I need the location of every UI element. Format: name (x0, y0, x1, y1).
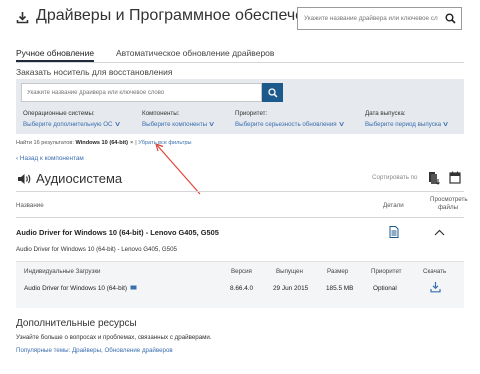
resources-text: Узнайте больше о вопросах и проблемах, с… (16, 334, 212, 341)
panel-search-box[interactable] (21, 83, 262, 102)
header-divider (16, 217, 464, 218)
download-release-date: 29 Jun 2015 (273, 285, 309, 292)
downloads-header-released: Выпущен (276, 268, 303, 275)
priority-filter-label: Приоритет: (235, 110, 268, 117)
downloads-header-version: Версия (231, 268, 252, 275)
os-filter-label: Операционные системы: (23, 110, 95, 117)
downloads-header-download: Скачать (423, 268, 447, 275)
chevron-down-icon: ∨ (208, 121, 216, 128)
download-file-label: Audio Driver for Windows 10 (64-bit) (24, 285, 127, 292)
downloads-header-priority: Приоритет (371, 268, 402, 275)
chevron-down-icon: ∨ (337, 121, 345, 128)
annotation-arrow (150, 138, 202, 196)
release-date-filter-dropdown[interactable]: Выберите период выпуска∨ (365, 120, 450, 128)
download-priority: Optional (373, 285, 397, 292)
results-count: Найти 16 результатов: (16, 140, 74, 146)
download-file-name[interactable]: Audio Driver for Windows 10 (64-bit) (24, 285, 137, 292)
chevron-up-icon[interactable] (434, 229, 445, 236)
os-filter-dropdown[interactable]: Выберите дополнительную ОС∨ (23, 120, 121, 128)
priority-filter-value: Выберите серьезность обновления (235, 121, 337, 128)
downloads-header-size: Размер (327, 268, 349, 275)
section-title: Аудиосистема (36, 171, 123, 186)
popular-topics-label: Популярные темы: (16, 347, 71, 354)
section-divider (16, 191, 464, 192)
release-date-filter-label: Дата выпуска: (365, 110, 406, 117)
downloads-header-individual: Индивидуальные Загрузки (24, 268, 101, 275)
popular-topics-links[interactable]: Популярные темы: Драйверы, Обновление др… (16, 347, 173, 354)
components-filter-label: Компоненты: (142, 110, 180, 117)
resources-title: Дополнительные ресурсы (16, 318, 137, 329)
monitor-icon (130, 285, 137, 291)
document-icon[interactable] (389, 226, 399, 238)
back-to-components-label: Назад к компонентам (19, 155, 84, 162)
search-icon[interactable] (445, 13, 456, 24)
page-title: Драйверы и Программное обеспечение (36, 7, 331, 24)
calendar-icon[interactable] (449, 171, 461, 184)
popular-topics-items[interactable]: Драйверы, Обновление драйверов (72, 347, 173, 354)
tab-manual-update[interactable]: Ручное обновление (16, 48, 94, 58)
chevron-down-icon: ∨ (442, 121, 450, 128)
priority-filter-dropdown[interactable]: Выберите серьезность обновления∨ (235, 120, 345, 128)
results-separator: | (135, 140, 137, 146)
column-header-details: Детали (383, 202, 404, 209)
download-version: 8.66.4.0 (230, 285, 254, 292)
remove-filter-button[interactable]: × (130, 140, 133, 146)
panel-search-input[interactable] (27, 84, 257, 101)
tab-automatic-update[interactable]: Автоматическое обновление драйверов (116, 48, 274, 58)
selected-os-chip: Windows 10 (64-bit) (75, 140, 128, 146)
download-size: 185.5 MB (326, 285, 354, 292)
download-icon (16, 11, 29, 24)
driver-subtitle: Audio Driver for Windows 10 (64-bit) - L… (16, 246, 177, 253)
driver-title[interactable]: Audio Driver for Windows 10 (64-bit) - L… (16, 228, 219, 237)
order-recovery-media-link[interactable]: Заказать носитель для восстановления (16, 67, 172, 77)
download-icon[interactable] (430, 281, 441, 293)
sort-icon[interactable] (428, 171, 440, 185)
release-date-filter-value: Выберите период выпуска (365, 121, 442, 128)
column-header-name: Название (16, 202, 44, 209)
sort-label: Сортировать по (372, 174, 418, 181)
components-filter-dropdown[interactable]: Выберите компоненты∨ (142, 120, 216, 128)
driver-search-input[interactable] (304, 8, 444, 29)
speaker-icon (17, 173, 32, 185)
panel-search-button[interactable] (262, 83, 283, 102)
tabs-divider (16, 62, 464, 63)
os-filter-value: Выберите дополнительную ОС (23, 121, 113, 128)
driver-search-box[interactable] (297, 7, 462, 30)
back-to-components-link[interactable]: ‹ Назад к компонентам (16, 155, 84, 162)
search-icon (268, 88, 278, 98)
components-filter-value: Выберите компоненты (142, 121, 208, 128)
column-header-view-files: Просмотреть файлы (430, 196, 468, 211)
chevron-down-icon: ∨ (113, 121, 121, 128)
